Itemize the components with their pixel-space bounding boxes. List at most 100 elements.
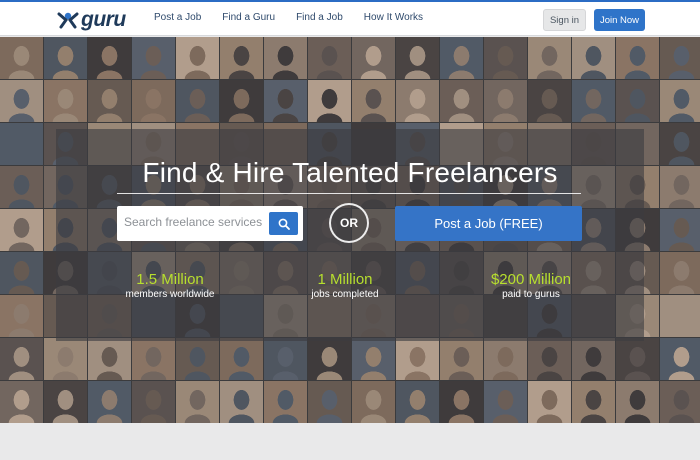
mosaic-photo-tile xyxy=(528,37,571,79)
nav-how-it-works[interactable]: How It Works xyxy=(364,12,423,23)
mosaic-photo-tile xyxy=(352,381,395,423)
stat-jobs-value: 1 Million xyxy=(317,271,373,288)
stat-members: 1.5 Million members worldwide xyxy=(110,271,230,301)
mosaic-photo-tile xyxy=(484,338,527,380)
mosaic-photo-tile xyxy=(308,338,351,380)
guru-logo-icon xyxy=(57,12,79,29)
search-icon xyxy=(278,218,290,230)
mosaic-photo-tile xyxy=(220,80,263,122)
mosaic-photo-tile xyxy=(396,381,439,423)
mosaic-photo-tile xyxy=(352,338,395,380)
mosaic-photo-tile xyxy=(0,166,43,208)
mosaic-photo-tile xyxy=(44,37,87,79)
mosaic-photo-tile xyxy=(176,80,219,122)
stat-paid-label: paid to gurus xyxy=(502,289,560,300)
mosaic-photo-tile xyxy=(484,381,527,423)
mosaic-photo-tile xyxy=(396,37,439,79)
mosaic-photo-tile xyxy=(396,80,439,122)
mosaic-photo-tile xyxy=(308,80,351,122)
mosaic-photo-tile xyxy=(176,37,219,79)
stat-paid: $200 Million paid to gurus xyxy=(471,271,591,301)
page-footer-area xyxy=(0,423,700,460)
mosaic-photo-tile xyxy=(616,338,659,380)
mosaic-photo-tile xyxy=(264,381,307,423)
stat-paid-value: $200 Million xyxy=(490,271,572,288)
mosaic-photo-tile xyxy=(220,381,263,423)
nav-find-a-job[interactable]: Find a Job xyxy=(296,12,343,23)
mosaic-photo-tile xyxy=(0,123,43,165)
mosaic-photo-tile xyxy=(352,37,395,79)
mosaic-photo-tile xyxy=(440,37,483,79)
mosaic-photo-tile xyxy=(616,381,659,423)
hero-headline: Find & Hire Talented Freelancers xyxy=(142,157,558,188)
mosaic-photo-tile xyxy=(132,80,175,122)
mosaic-photo-tile xyxy=(660,80,700,122)
mosaic-photo-tile xyxy=(132,381,175,423)
mosaic-photo-tile xyxy=(352,80,395,122)
nav-find-a-guru[interactable]: Find a Guru xyxy=(222,12,275,23)
join-now-button[interactable]: Join Now xyxy=(594,9,645,31)
mosaic-photo-tile xyxy=(440,381,483,423)
mosaic-photo-tile xyxy=(660,338,700,380)
main-nav: Post a Job Find a Guru Find a Job How It… xyxy=(154,12,444,23)
mosaic-photo-tile xyxy=(572,381,615,423)
stat-jobs-label: jobs completed xyxy=(311,289,379,300)
mosaic-photo-tile xyxy=(0,252,43,294)
mosaic-photo-tile xyxy=(44,338,87,380)
mosaic-photo-tile xyxy=(660,295,700,337)
mosaic-photo-tile xyxy=(440,338,483,380)
mosaic-photo-tile xyxy=(660,381,700,423)
nav-post-a-job[interactable]: Post a Job xyxy=(154,12,201,23)
mosaic-photo-tile xyxy=(660,37,700,79)
mosaic-photo-tile xyxy=(572,37,615,79)
mosaic-photo-tile xyxy=(44,381,87,423)
mosaic-photo-tile xyxy=(0,295,43,337)
mosaic-photo-tile xyxy=(88,381,131,423)
mosaic-photo-tile xyxy=(660,123,700,165)
headline-divider xyxy=(117,193,581,194)
mosaic-photo-tile xyxy=(308,37,351,79)
mosaic-photo-tile xyxy=(484,80,527,122)
mosaic-photo-tile xyxy=(660,209,700,251)
sign-in-button[interactable]: Sign in xyxy=(543,9,586,31)
top-navigation-bar: guru Post a Job Find a Guru Find a Job H… xyxy=(0,0,700,36)
mosaic-photo-tile xyxy=(528,381,571,423)
search-input[interactable] xyxy=(124,215,264,229)
mosaic-photo-tile xyxy=(0,37,43,79)
mosaic-photo-tile xyxy=(616,37,659,79)
mosaic-photo-tile xyxy=(396,338,439,380)
mosaic-photo-tile xyxy=(264,338,307,380)
mosaic-photo-tile xyxy=(0,338,43,380)
mosaic-photo-tile xyxy=(264,80,307,122)
search-button[interactable] xyxy=(269,212,298,235)
mosaic-photo-tile xyxy=(660,166,700,208)
logo-wordmark: guru xyxy=(81,8,126,31)
mosaic-photo-tile xyxy=(88,80,131,122)
mosaic-photo-tile xyxy=(0,381,43,423)
mosaic-photo-tile xyxy=(264,37,307,79)
mosaic-photo-tile xyxy=(220,338,263,380)
mosaic-photo-tile xyxy=(660,252,700,294)
mosaic-photo-tile xyxy=(88,37,131,79)
mosaic-photo-tile xyxy=(528,80,571,122)
mosaic-photo-tile xyxy=(440,80,483,122)
mosaic-photo-tile xyxy=(616,80,659,122)
mosaic-photo-tile xyxy=(528,338,571,380)
stat-jobs: 1 Million jobs completed xyxy=(285,271,405,301)
mosaic-photo-tile xyxy=(572,80,615,122)
stat-members-label: members worldwide xyxy=(125,289,215,300)
mosaic-photo-tile xyxy=(176,381,219,423)
search-box xyxy=(117,206,303,241)
guru-logo[interactable]: guru xyxy=(57,8,126,32)
mosaic-photo-tile xyxy=(308,381,351,423)
stat-members-value: 1.5 Million xyxy=(136,271,204,288)
post-a-job-free-button[interactable]: Post a Job (FREE) xyxy=(395,206,582,241)
mosaic-photo-tile xyxy=(44,80,87,122)
mosaic-photo-tile xyxy=(220,37,263,79)
mosaic-photo-tile xyxy=(132,37,175,79)
mosaic-photo-tile xyxy=(0,209,43,251)
or-divider-badge: OR xyxy=(329,203,369,243)
mosaic-photo-tile xyxy=(88,338,131,380)
mosaic-photo-tile xyxy=(572,338,615,380)
mosaic-photo-tile xyxy=(176,338,219,380)
